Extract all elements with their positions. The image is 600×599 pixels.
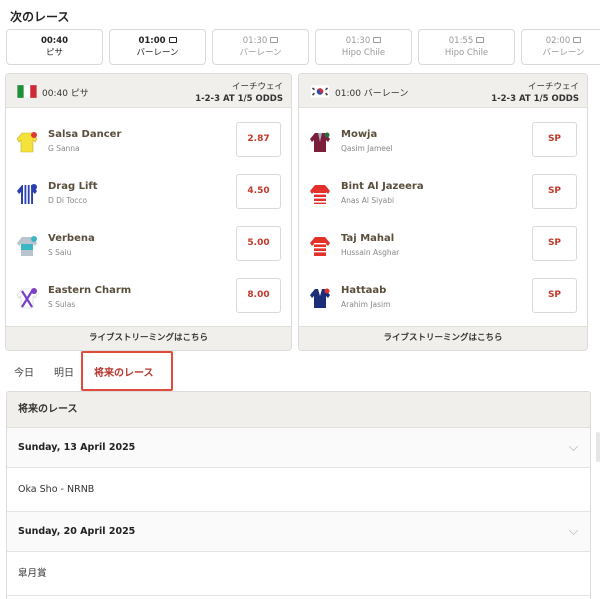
runner-name[interactable]: Hattaab [341, 285, 386, 296]
live-streaming-link[interactable]: ライブストリーミングはこちら [6, 326, 291, 350]
jockey-name: Qasim Jameel [341, 144, 393, 153]
tab-tomorrow[interactable]: 明日 [54, 364, 74, 379]
race-tab-0100-bahrain[interactable]: 01:00 バーレーン [109, 29, 206, 65]
race-card-header[interactable]: 01:00 バーレーン イーチウェイ 1-2-3 AT 1/5 ODDS [299, 74, 587, 108]
odds-button[interactable]: 4.50 [236, 174, 281, 209]
jockey-name: S Saiu [48, 248, 72, 257]
race-venue: バーレーン [542, 48, 585, 58]
odds-button[interactable]: SP [532, 226, 577, 261]
race-tab-0130-hipo-chile[interactable]: 01:30 Hipo Chile [315, 29, 412, 65]
future-races-panel: 将来のレース Sunday, 13 April 2025 Oka Sho - N… [6, 391, 591, 599]
future-race-item[interactable]: Oka Sho - NRNB [7, 468, 590, 512]
race-tab-0040-pisa[interactable]: 00:40 ピサ [6, 29, 103, 65]
tab-today[interactable]: 今日 [14, 364, 34, 379]
navy-silk-icon [310, 288, 330, 308]
blue-stripes-silk-icon [17, 184, 37, 204]
race-venue: ピサ [45, 48, 63, 58]
each-way-odds: 1-2-3 AT 1/5 ODDS [195, 94, 283, 104]
odds-button[interactable]: 8.00 [236, 278, 281, 313]
italy-flag-icon [17, 85, 37, 98]
race-venue: バーレーン [239, 48, 282, 58]
runner-name[interactable]: Verbena [48, 233, 95, 244]
race-name: 01:00 バーレーン [335, 89, 409, 99]
race-tab-0130-bahrain[interactable]: 01:30 バーレーン [212, 29, 309, 65]
tv-icon [270, 37, 279, 43]
odds-button[interactable]: 5.00 [236, 226, 281, 261]
jockey-name: D Di Tocco [48, 196, 88, 205]
race-tab-0155-hipo-chile[interactable]: 01:55 Hipo Chile [418, 29, 515, 65]
each-way-terms: イーチウェイ 1-2-3 AT 1/5 ODDS [195, 81, 283, 105]
live-streaming-link[interactable]: ライブストリーミングはこちら [299, 326, 587, 350]
runner-name[interactable]: Drag Lift [48, 181, 98, 192]
tv-icon [168, 37, 177, 43]
chevron-down-icon [569, 442, 578, 451]
tv-icon [476, 37, 485, 43]
red-hoops-silk-icon [310, 185, 330, 204]
race-time: 01:00 [138, 36, 166, 46]
runner-row: Hattaab Arahim Jasim SP [299, 276, 587, 328]
date-label: Sunday, 13 April 2025 [18, 442, 136, 453]
runner-name[interactable]: Taj Mahal [341, 233, 394, 244]
race-venue: バーレーン [136, 48, 179, 58]
race-card-bahrain: 01:00 バーレーン イーチウェイ 1-2-3 AT 1/5 ODDS Mow… [298, 73, 588, 351]
runner-row: Taj Mahal Hussain Asghar SP [299, 224, 587, 276]
odds-button[interactable]: SP [532, 122, 577, 157]
each-way-label: イーチウェイ [527, 82, 579, 92]
race-time: 01:30 [242, 36, 268, 46]
selection-highlight [81, 351, 173, 391]
jockey-name: Arahim Jasim [341, 300, 391, 309]
race-time: 01:30 [345, 36, 371, 46]
each-way-odds: 1-2-3 AT 1/5 ODDS [491, 94, 579, 104]
page-title: 次のレース [10, 10, 70, 24]
chevron-down-icon [569, 526, 578, 535]
future-race-item[interactable]: 皐月賞 [7, 552, 590, 596]
jockey-name: Hussain Asghar [341, 248, 400, 257]
maroon-silk-icon [310, 132, 330, 152]
yellow-silk-icon [16, 132, 38, 153]
jockey-name: S Sulas [48, 300, 76, 309]
jockey-name: Anas Al Siyabi [341, 196, 395, 205]
runner-row: Drag Lift D Di Tocco 4.50 [6, 172, 291, 224]
tv-icon [373, 37, 382, 43]
date-label: Sunday, 20 April 2025 [18, 526, 136, 537]
jockey-name: G Sanna [48, 144, 80, 153]
odds-button[interactable]: 2.87 [236, 122, 281, 157]
date-group-header[interactable]: Sunday, 20 April 2025 [7, 512, 590, 552]
race-venue: Hipo Chile [341, 48, 386, 58]
teal-silk-icon [17, 236, 37, 256]
runner-name[interactable]: Eastern Charm [48, 285, 131, 296]
odds-button[interactable]: SP [532, 174, 577, 209]
race-venue: Hipo Chile [444, 48, 489, 58]
runner-row: Mowja Qasim Jameel SP [299, 120, 587, 172]
korea-flag-icon [310, 85, 330, 98]
race-time: 00:40 [40, 36, 69, 46]
race-name: 00:40 ピサ [42, 89, 89, 99]
runner-row: Eastern Charm S Sulas 8.00 [6, 276, 291, 328]
race-time: 02:00 [545, 36, 571, 46]
odds-button[interactable]: SP [532, 278, 577, 313]
runner-row: Bint Al Jazeera Anas Al Siyabi SP [299, 172, 587, 224]
runner-name[interactable]: Bint Al Jazeera [341, 181, 424, 192]
race-card-pisa: 00:40 ピサ イーチウェイ 1-2-3 AT 1/5 ODDS Salsa … [5, 73, 292, 351]
each-way-terms: イーチウェイ 1-2-3 AT 1/5 ODDS [491, 81, 579, 105]
white-purple-cross-silk-icon [16, 288, 38, 309]
race-tab-0200-bahrain[interactable]: 02:00 バーレーン [521, 29, 600, 65]
runner-name[interactable]: Salsa Dancer [48, 129, 121, 140]
runner-name[interactable]: Mowja [341, 129, 377, 140]
each-way-label: イーチウェイ [231, 82, 283, 92]
date-group-header[interactable]: Sunday, 13 April 2025 [7, 428, 590, 468]
tv-icon [573, 37, 582, 43]
runner-row: Verbena S Saiu 5.00 [6, 224, 291, 276]
next-races-strip: 00:40 ピサ 01:00 バーレーン 01:30 バーレーン 01:30 H… [6, 29, 600, 65]
future-races-title: 将来のレース [7, 392, 590, 428]
scrollbar[interactable] [596, 432, 600, 462]
race-time: 01:55 [448, 36, 474, 46]
runner-row: Salsa Dancer G Sanna 2.87 [6, 120, 291, 172]
race-card-header[interactable]: 00:40 ピサ イーチウェイ 1-2-3 AT 1/5 ODDS [6, 74, 291, 108]
red-white-silk-icon [310, 237, 330, 256]
